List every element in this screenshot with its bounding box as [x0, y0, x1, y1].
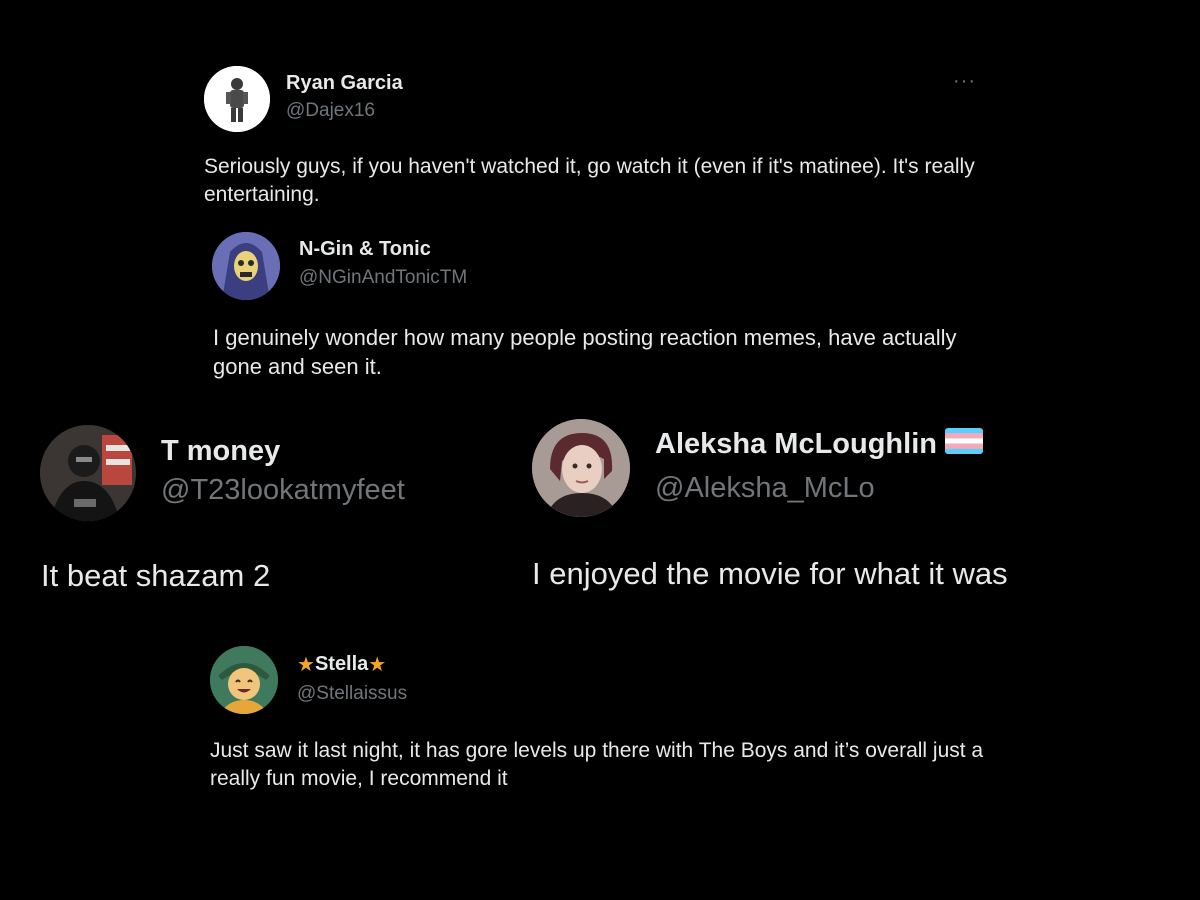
tweet-card-ryan-garcia[interactable]: Ryan Garcia @Dajex16 ··· Seriously guys,… — [190, 50, 1000, 220]
more-options-icon[interactable]: ··· — [953, 70, 976, 93]
cartoon-character-avatar-icon[interactable] — [210, 646, 278, 714]
tweet-card-stella[interactable]: ★Stella★ @Stellaissus Just saw it last n… — [196, 630, 996, 820]
author-name[interactable]: Aleksha McLoughlin — [655, 428, 983, 462]
author-name-text: Stella — [314, 653, 369, 675]
author-handle[interactable]: @Dajex16 — [286, 100, 375, 122]
tweet-text: It beat shazam 2 — [41, 558, 271, 593]
author-name[interactable]: T money — [161, 435, 280, 468]
tweet-text: Seriously guys, if you haven't watched i… — [204, 155, 975, 206]
person-photo-avatar-icon[interactable] — [532, 419, 630, 517]
star-icon: ★ — [368, 654, 387, 676]
author-name[interactable]: N-Gin & Tonic — [299, 238, 431, 261]
tweet-card-t-money[interactable]: T money @T23lookatmyfeet It beat shazam … — [20, 410, 500, 610]
tweet-text: I genuinely wonder how many people posti… — [213, 325, 957, 380]
author-name-text: Aleksha McLoughlin — [655, 428, 937, 460]
tweet-card-aleksha-mcloughlin[interactable]: Aleksha McLoughlin @Aleksha_McLo I enjoy… — [510, 405, 1170, 615]
soldier-figure-avatar-icon[interactable] — [204, 66, 270, 132]
author-handle[interactable]: @NGinAndTonicTM — [299, 267, 467, 289]
tweet-card-ngin-tonic[interactable]: N-Gin & Tonic @NGinAndTonicTM I genuinel… — [198, 222, 998, 387]
hooded-skull-avatar-icon[interactable] — [212, 232, 280, 300]
masked-person-avatar-icon[interactable] — [40, 425, 136, 521]
transgender-flag-icon — [944, 428, 983, 462]
author-handle[interactable]: @Stellaissus — [297, 683, 407, 705]
author-name[interactable]: Ryan Garcia — [286, 72, 403, 95]
author-handle[interactable]: @Aleksha_McLo — [655, 472, 875, 505]
author-name[interactable]: ★Stella★ — [297, 652, 386, 677]
tweet-text: Just saw it last night, it has gore leve… — [210, 739, 984, 790]
tweet-text: I enjoyed the movie for what it was — [532, 556, 1008, 591]
star-icon: ★ — [297, 654, 315, 676]
author-handle[interactable]: @T23lookatmyfeet — [161, 474, 405, 507]
